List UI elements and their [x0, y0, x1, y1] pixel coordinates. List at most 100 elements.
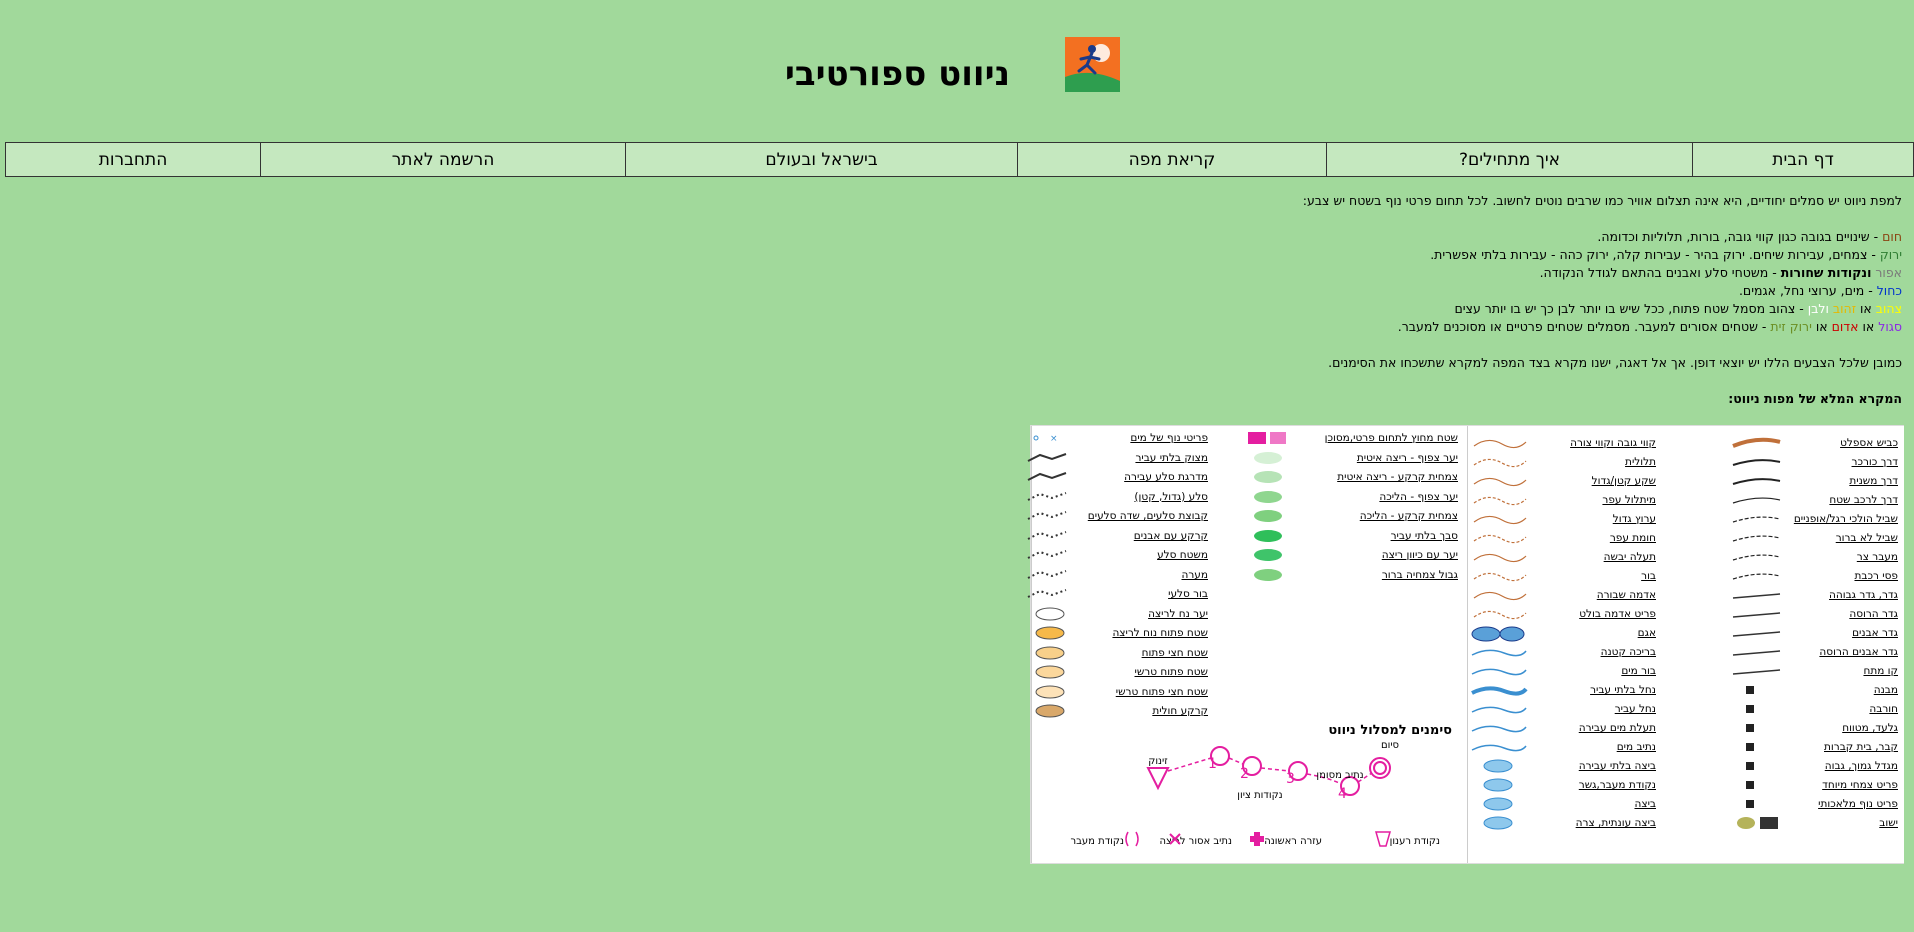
legend-symbol-icon	[1473, 496, 1527, 506]
color-line-purple: סגול או אדום או ירוק זית - שטחים אסורים …	[902, 318, 1902, 336]
site-header: ניווט ספורטיבי	[0, 0, 1914, 140]
legend-item-label: נחל עביר	[1614, 703, 1656, 715]
color-line-blue: כחול - מים, ערוצי נחל, אגמים.	[902, 282, 1902, 300]
intro-text: למפת ניווט יש סמלים יחודיים, היא אינה תצ…	[1302, 193, 1902, 208]
legend-item: נחל עביר	[1538, 700, 1656, 718]
legend-item-label: ביצה בלתי עבירה	[1578, 760, 1656, 772]
legend-symbol-icon	[1473, 610, 1527, 620]
legend-item-label: ביצה	[1634, 798, 1656, 810]
legend-symbol-icon	[1746, 762, 1754, 770]
legend-item: משטח סלע	[1090, 546, 1208, 564]
course-label: סיום	[1381, 740, 1399, 751]
nav-map-reading[interactable]: קריאת מפה	[1017, 142, 1327, 177]
legend-symbol-icon	[1473, 458, 1527, 468]
legend-panel-left: שטח מחוץ לתחום פרטי,מסוכן יער צפוף - ריצה…	[1027, 426, 1466, 863]
legend-item-label: כביש אספלט	[1840, 437, 1898, 449]
legend-symbol-icon	[1746, 686, 1754, 694]
legend-symbol-icon	[1473, 572, 1527, 582]
legend-item: גדר אבנים	[1798, 624, 1898, 642]
legend-symbol-icon	[1254, 529, 1282, 542]
legend-item-label: פריט נוף מלאכותי	[1818, 798, 1898, 810]
orienteering-runner-logo-icon[interactable]	[1065, 37, 1120, 92]
legend-item: תעלת מים עבירה	[1538, 719, 1656, 737]
legend-item-label: בור מים	[1621, 665, 1656, 677]
legend-item-label: צמחית קרקע - הליכה	[1359, 510, 1458, 522]
legend-symbol-icon	[1732, 593, 1781, 599]
legend-item: שטח פתוח נוח לריצה	[1090, 624, 1208, 642]
legend-item-label: גדר, גדר גבוהה	[1829, 589, 1898, 601]
legend-symbol-icon: ×	[1033, 434, 1058, 444]
legend-item: אדמה שבורה	[1538, 586, 1656, 604]
refreshment-cup-icon	[1375, 831, 1391, 847]
legend-item-label: גדר אבנים הרוסה	[1819, 646, 1898, 658]
legend-item-label: פסי רכבת	[1854, 570, 1898, 582]
legend-item-label: תעלת מים עבירה	[1578, 722, 1656, 734]
legend-symbol-icon	[1732, 554, 1781, 561]
legend-item: מערה	[1090, 566, 1209, 584]
nav-home-label: דף הבית	[1772, 149, 1834, 170]
legend-item: נקודת מעבר,גשר	[1538, 776, 1656, 794]
legend-item-label: בור	[1641, 570, 1656, 582]
legend-item: פסי רכבת	[1798, 567, 1898, 585]
legend-item: מצוק בלתי עביר	[1090, 449, 1208, 467]
legend-symbol-icon	[1732, 497, 1781, 504]
legend-symbol-icon	[1254, 471, 1282, 483]
svg-text:×: ×	[1050, 434, 1058, 444]
color-desc-brown: - שינויים בגובה כגון קווי גובה, בורות, ת…	[1597, 229, 1883, 244]
legend-symbol-icon	[1027, 589, 1067, 598]
nav-israel-world[interactable]: בישראל ובעולם	[625, 142, 1018, 177]
legend-item-label: דרך לרכב שטח	[1829, 494, 1898, 506]
color-desc-blue: - מים, ערוצי נחל, אגמים.	[1738, 283, 1877, 298]
legend-item-label: חורבה	[1869, 703, 1898, 715]
legend-item: שטח פתוח טרשי	[1090, 663, 1209, 681]
legend-item: שטח חצי פתוח טרשי	[1090, 683, 1208, 701]
legend-item-label: יער צפוף - ריצה איטית	[1356, 451, 1458, 464]
legend-item-label: מבנה	[1873, 684, 1898, 696]
color-desc-yellow: - צהוב מסמל שטח פתוח, ככל שיש בו יותר לב…	[1454, 301, 1808, 316]
legend-item: פריט צמחי מיוחד	[1798, 776, 1898, 794]
nav-home[interactable]: דף הבית	[1692, 142, 1914, 177]
legend-item: מדרגת סלע עבירה	[1090, 468, 1208, 486]
legend-item: מעבר צר	[1798, 548, 1898, 566]
legend-item: שקע קטן/גדול	[1538, 472, 1656, 490]
legend-item: קבוצת סלעים, שדה סלעים	[1088, 507, 1208, 525]
legend-item-label: גדר אבנים	[1852, 627, 1898, 639]
nav-login[interactable]: התחברות	[5, 142, 261, 177]
color-or-1: או	[1860, 301, 1872, 316]
nav-register[interactable]: הרשמה לאתר	[260, 142, 626, 177]
legend-symbol-icon	[1027, 472, 1067, 481]
legend-item: סלע (גדול, קטן)	[1090, 488, 1208, 506]
legend-item: בור מים	[1538, 662, 1656, 680]
legend-item: יער נח לריצה	[1090, 605, 1208, 623]
legend-item: מבנה	[1798, 681, 1898, 699]
legend-item: חורבה	[1798, 700, 1898, 718]
nav-getting-started[interactable]: איך מתחילים?	[1326, 142, 1693, 177]
legend-symbol-icon	[1254, 451, 1282, 464]
legend-item: בור סלעי	[1090, 585, 1208, 603]
legend-symbol-icon	[1035, 685, 1065, 698]
legend-item-label: שטח פתוח נוח לריצה	[1112, 627, 1208, 639]
control-number: 4	[1338, 786, 1347, 802]
legend-item: גבול צמחיה ברור	[1308, 566, 1458, 584]
legend-symbol-icon	[1732, 669, 1781, 675]
legend-item-label: קבר, בית קברות	[1824, 741, 1898, 753]
legend-symbol-icon	[1471, 744, 1527, 752]
legend-item-label: מדרגת סלע עבירה	[1124, 471, 1208, 483]
legend-symbol-icon	[1737, 817, 1778, 829]
legend-symbol-icon	[1732, 650, 1781, 656]
legend-item-label: דרך משנית	[1849, 475, 1898, 487]
legend-item: ביצה עונתית, צרה	[1538, 814, 1656, 832]
legend-symbol-icon	[1746, 724, 1754, 732]
legend-item-label: שטח פתוח טרשי	[1134, 666, 1209, 678]
color-word-gold: זהוב	[1832, 301, 1857, 316]
color-line-brown: חום - שינויים בגובה כגון קווי גובה, בורו…	[902, 228, 1902, 246]
legend-item: תעלה יבשה	[1538, 548, 1656, 566]
legend-symbol-icon	[1027, 511, 1067, 520]
legend-item-label: יער נח לריצה	[1148, 607, 1208, 620]
legend-item-label: צמחית קרקע - ריצה איטית	[1337, 471, 1458, 483]
legend-item-label: שביל לא ברור	[1835, 532, 1898, 544]
legend-symbol-icon	[1248, 432, 1286, 444]
legend-item-label: ישוב	[1879, 817, 1898, 829]
legend-item-label: ערוץ גדול	[1612, 513, 1656, 525]
color-word-white: ולבן	[1807, 301, 1829, 316]
